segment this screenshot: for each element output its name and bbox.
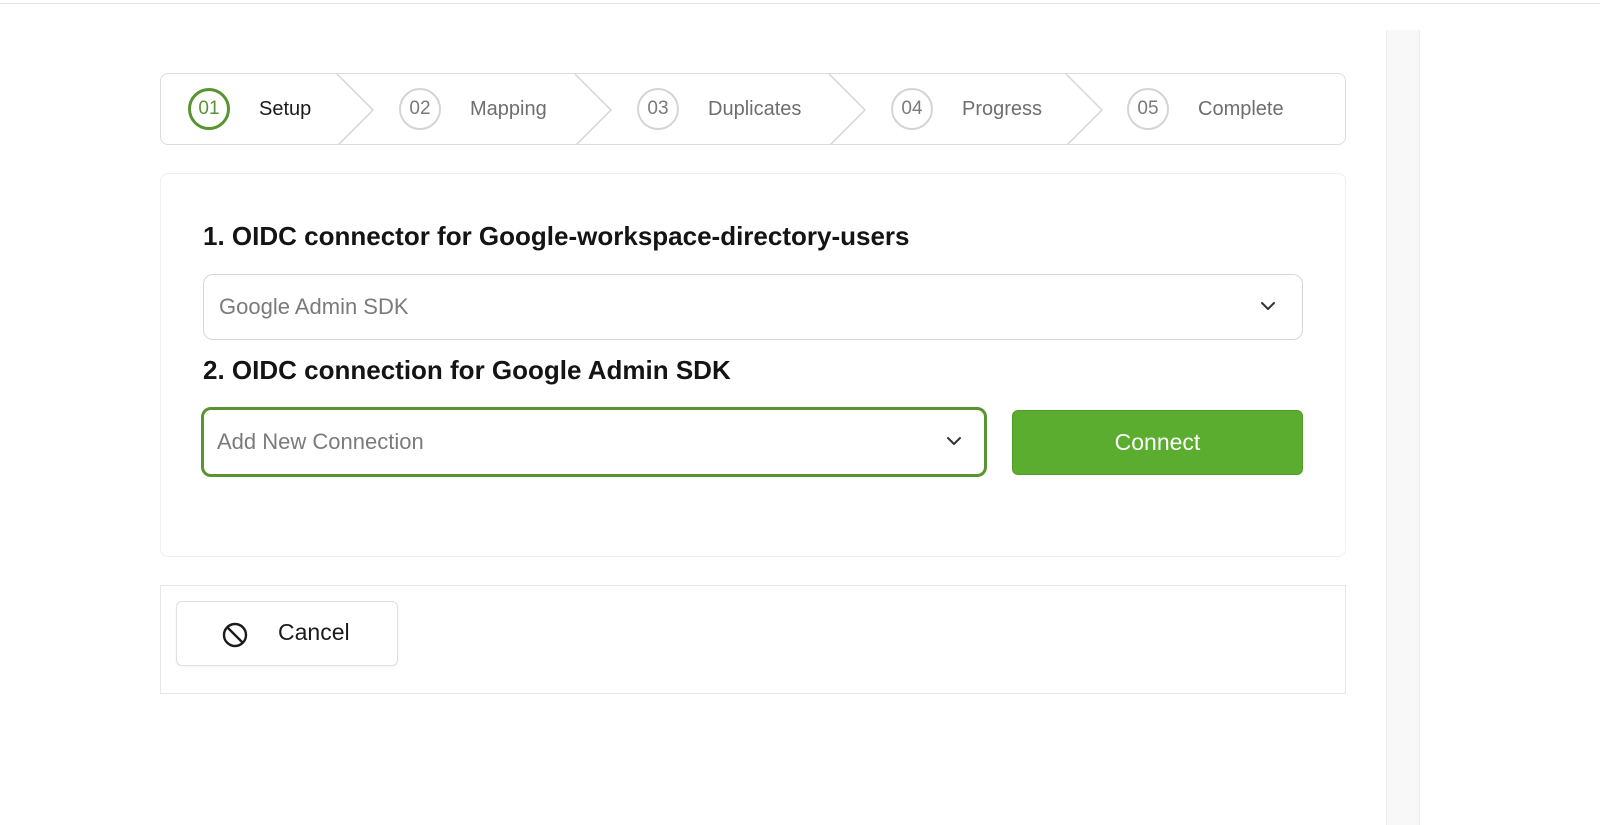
connection-section-title: 2. OIDC connection for Google Admin SDK [203,355,731,385]
step-progress[interactable]: 04 Progress [891,74,1042,144]
step-duplicates[interactable]: 03 Duplicates [637,74,801,144]
step-number: 02 [399,88,441,130]
step-label: Mapping [470,97,547,120]
step-mapping[interactable]: 02 Mapping [399,74,547,144]
step-number: 05 [1127,88,1169,130]
step-label: Duplicates [708,97,802,120]
chevron-down-icon [1261,302,1275,310]
scrollbar-track[interactable] [1386,30,1420,825]
step-setup[interactable]: 01 Setup [188,74,311,144]
step-number: 04 [891,88,933,130]
cancel-button[interactable]: Cancel [176,601,398,666]
cancel-label: Cancel [278,619,350,645]
connection-select-value: Add New Connection [217,429,424,454]
wizard-stepper: 01 Setup 02 Mapping 03 Duplicates 04 Pro… [160,73,1346,145]
wizard-footer: Cancel [160,585,1346,694]
step-label: Progress [962,97,1043,120]
connector-select[interactable]: Google Admin SDK [203,274,1303,340]
connection-select[interactable]: Add New Connection [201,407,987,477]
step-complete[interactable]: 05 Complete [1127,74,1284,144]
step-label: Setup [259,97,312,120]
step-number: 01 [188,88,230,130]
setup-card: 1. OIDC connector for Google-workspace-d… [160,173,1346,557]
connector-select-value: Google Admin SDK [219,294,409,319]
connect-button[interactable]: Connect [1012,410,1303,475]
step-label: Complete [1198,97,1284,120]
chevron-down-icon [947,437,961,445]
top-divider [0,0,1600,4]
connector-section-title: 1. OIDC connector for Google-workspace-d… [203,221,910,251]
no-entry-icon [222,622,248,648]
step-number: 03 [637,88,679,130]
